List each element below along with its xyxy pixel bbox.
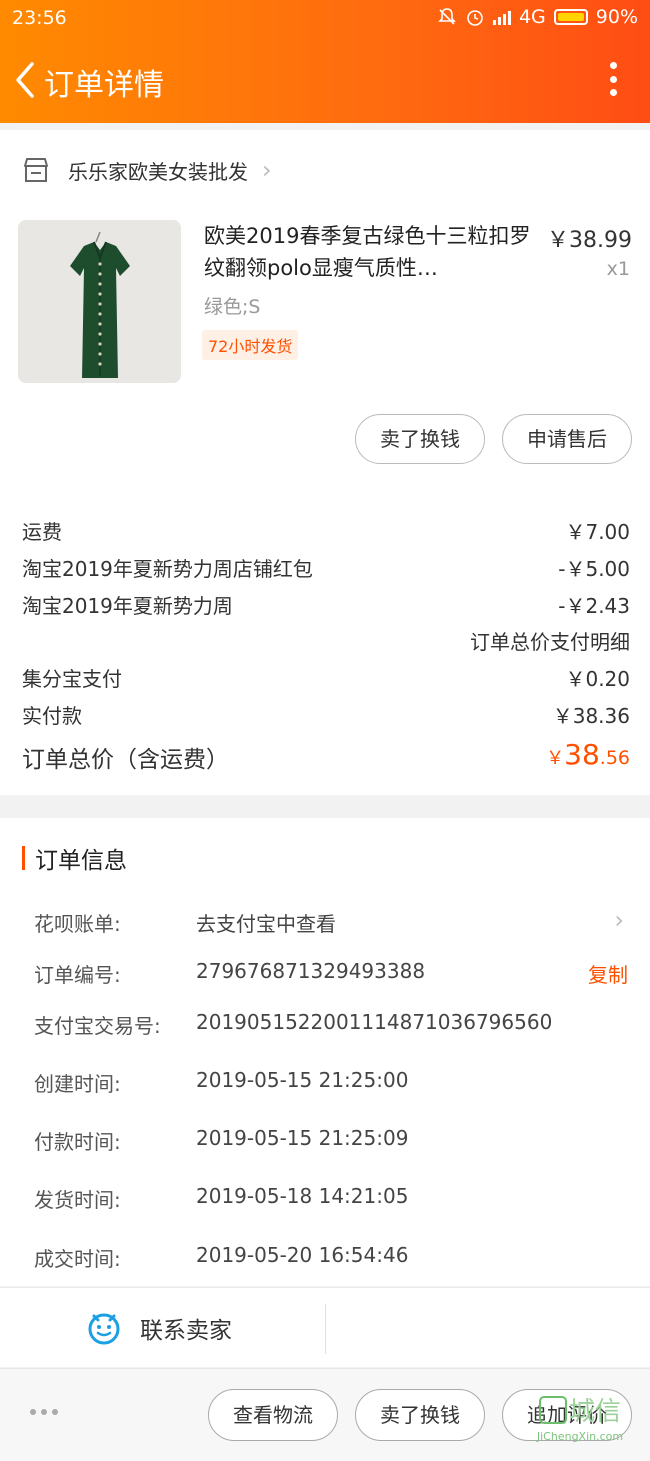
dress-image-icon	[18, 220, 181, 383]
info-key: 订单编号:	[34, 963, 121, 987]
contact-bar: 联系卖家	[0, 1287, 650, 1367]
order-total-label: 订单总价（含运费）	[22, 747, 229, 773]
info-row-alipay-trade: 支付宝交易号: 2019051522001114871036796560	[34, 1010, 630, 1040]
watermark-logo-icon	[538, 1395, 567, 1424]
alarm-icon	[467, 10, 483, 26]
order-info-card: 订单信息 花呗账单: 去支付宝中查看 › 订单编号: 2796768713294…	[0, 818, 650, 1286]
shop-icon	[24, 158, 48, 182]
battery-icon	[553, 9, 588, 25]
info-key: 成交时间:	[34, 1247, 121, 1271]
payment-detail-link[interactable]: 订单总价支付明细	[470, 626, 630, 655]
info-row-paid: 付款时间: 2019-05-15 21:25:09	[34, 1126, 630, 1156]
product-title[interactable]: 欧美2019春季复古绿色十三粒扣罗纹翻领polo显瘦气质性…	[204, 220, 534, 284]
total-integer: 38	[564, 738, 600, 771]
info-value: 2019-05-20 16:54:46	[196, 1243, 409, 1267]
chevron-right-icon: ›	[262, 156, 272, 184]
contact-seller-button[interactable]: 联系卖家	[86, 1308, 232, 1348]
info-key: 发货时间:	[34, 1188, 121, 1212]
sell-for-cash-button[interactable]: 卖了换钱	[355, 1389, 485, 1441]
more-actions-icon[interactable]	[30, 1409, 58, 1415]
bottom-action-bar: 查看物流 卖了换钱 追加评价 城信 JiChengXin.com	[0, 1368, 650, 1461]
payment-value: ￥38.36	[552, 704, 630, 728]
watermark-text: 城信	[568, 1397, 621, 1427]
payment-row-jifenbao: 集分宝支付 ￥0.20	[22, 663, 630, 693]
total-decimal: .56	[599, 747, 630, 769]
sell-for-cash-button[interactable]: 卖了换钱	[355, 414, 485, 464]
info-value: 2019-05-15 21:25:09	[196, 1126, 409, 1150]
fee-row-shop-redpacket: 淘宝2019年夏新势力周店铺红包 -￥5.00	[22, 553, 630, 583]
divider	[325, 1304, 326, 1354]
network-type: 4G	[518, 6, 546, 28]
order-info-title: 订单信息	[22, 844, 127, 874]
fee-label: 淘宝2019年夏新势力周	[22, 594, 233, 618]
back-arrow-icon[interactable]	[8, 58, 44, 102]
chevron-right-icon: ›	[614, 906, 624, 934]
product-image[interactable]	[18, 220, 181, 383]
product-price: ￥38.99	[547, 228, 632, 253]
fee-value: -￥5.00	[558, 557, 630, 581]
total-currency: ￥	[546, 748, 565, 769]
info-value: 279676871329493388	[196, 959, 426, 983]
view-logistics-button[interactable]: 查看物流	[208, 1389, 338, 1441]
info-key: 花呗账单:	[34, 912, 121, 936]
section-accent-bar	[22, 846, 25, 870]
fee-row-promo: 淘宝2019年夏新势力周 -￥2.43	[22, 590, 630, 620]
info-value: 2019-05-18 14:21:05	[196, 1184, 409, 1208]
fee-label: 淘宝2019年夏新势力周店铺红包	[22, 557, 313, 581]
info-key: 创建时间:	[34, 1072, 121, 1096]
payment-value: ￥0.20	[565, 667, 630, 691]
fee-value: -￥2.43	[558, 594, 630, 618]
watermark: 城信 JiChengXin.com	[524, 1391, 636, 1457]
watermark-domain: JiChengXin.com	[536, 1430, 624, 1443]
chat-face-icon	[88, 1313, 120, 1345]
product-quantity: x1	[606, 258, 630, 280]
info-row-completed: 成交时间: 2019-05-20 16:54:46	[34, 1243, 630, 1273]
info-row-huabei[interactable]: 花呗账单: 去支付宝中查看 ›	[34, 906, 630, 938]
nav-bar: 订单详情	[0, 52, 650, 108]
status-time: 23:56	[12, 7, 67, 29]
app-header: 23:56 4G 90% 订单详情	[0, 0, 650, 123]
shipping-badge: 72小时发货	[202, 330, 299, 360]
fee-value: ￥7.00	[565, 520, 630, 544]
mute-bell-icon	[438, 8, 456, 25]
info-row-created: 创建时间: 2019-05-15 21:25:00	[34, 1068, 630, 1098]
copy-button[interactable]: 复制	[588, 959, 628, 988]
fee-row-shipping: 运费 ￥7.00	[22, 516, 630, 546]
info-row-order-number: 订单编号: 279676871329493388 复制	[34, 959, 630, 989]
contact-seller-label: 联系卖家	[140, 1318, 232, 1344]
after-sale-button[interactable]: 申请售后	[502, 414, 632, 464]
info-key: 付款时间:	[34, 1130, 121, 1154]
info-key: 支付宝交易号:	[34, 1014, 161, 1038]
section-title-text: 订单信息	[35, 848, 127, 874]
signal-icon	[492, 9, 511, 25]
order-total-value: ￥38.56	[546, 738, 630, 771]
more-menu-icon[interactable]	[606, 62, 620, 96]
status-bar: 23:56 4G 90%	[0, 0, 650, 38]
order-product-card: 乐乐家欧美女装批发 › 欧美2019春季复古绿色十三粒扣罗纹翻领polo显瘦气质…	[0, 130, 650, 795]
info-value: 2019051522001114871036796560	[196, 1010, 553, 1034]
order-total-row: 订单总价（含运费） ￥38.56	[22, 738, 630, 778]
shop-row[interactable]: 乐乐家欧美女装批发 ›	[22, 152, 272, 188]
info-value: 去支付宝中查看	[196, 912, 336, 936]
product-sku: 绿色;S	[204, 296, 261, 318]
payment-row-actual: 实付款 ￥38.36	[22, 700, 630, 730]
info-row-shipped: 发货时间: 2019-05-18 14:21:05	[34, 1184, 630, 1214]
page-title: 订单详情	[44, 68, 164, 103]
payment-label: 集分宝支付	[22, 667, 122, 691]
fee-label: 运费	[22, 520, 62, 544]
info-value: 2019-05-15 21:25:00	[196, 1068, 409, 1092]
battery-level: 90%	[595, 6, 638, 28]
status-icons: 4G 90%	[437, 6, 638, 28]
payment-label: 实付款	[22, 704, 82, 728]
shop-name: 乐乐家欧美女装批发	[68, 159, 248, 184]
